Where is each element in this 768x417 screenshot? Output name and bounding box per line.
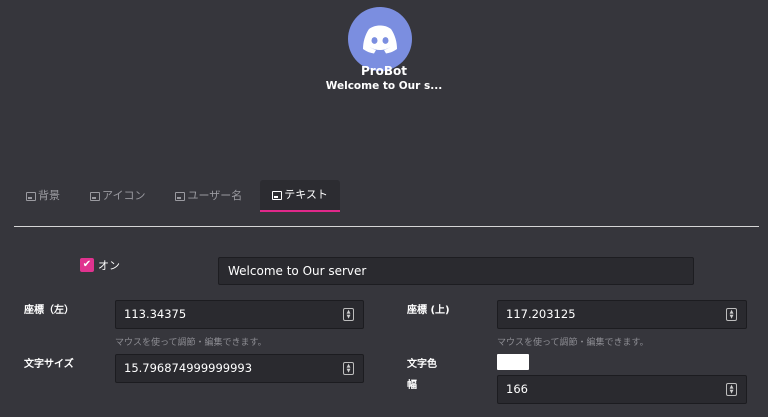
text-color-swatch[interactable] bbox=[497, 354, 529, 370]
spinner-icon[interactable]: ▲ ▼ bbox=[343, 308, 354, 321]
tab-label: アイコン bbox=[102, 189, 146, 202]
y-position-value: 117.203125 bbox=[506, 307, 576, 321]
welcome-text-input[interactable]: Welcome to Our server bbox=[218, 257, 694, 285]
image-icon bbox=[26, 191, 36, 201]
avatar bbox=[348, 7, 412, 71]
y-position-hint: マウスを使って調節・編集できます。 bbox=[497, 338, 649, 348]
checkmark-icon[interactable]: ✔ bbox=[80, 258, 94, 272]
tab-label: テキスト bbox=[284, 188, 328, 201]
spinner-icon[interactable]: ▲ ▼ bbox=[343, 362, 354, 375]
divider bbox=[14, 226, 759, 227]
x-position-value: 113.34375 bbox=[124, 307, 187, 321]
discord-logo-icon bbox=[363, 25, 397, 54]
y-position-input[interactable]: 117.203125 ▲ ▼ bbox=[497, 300, 747, 329]
tab-username[interactable]: ユーザー名 bbox=[163, 180, 254, 212]
spinner-icon[interactable]: ▲ ▼ bbox=[726, 308, 737, 321]
width-value: 166 bbox=[506, 382, 528, 396]
image-icon bbox=[272, 190, 283, 200]
toggle-label: オン bbox=[98, 259, 120, 272]
width-label: 幅 bbox=[407, 380, 417, 391]
font-size-value: 15.796874999999993 bbox=[124, 361, 253, 375]
x-position-hint: マウスを使って調節・編集できます。 bbox=[115, 338, 267, 348]
enable-toggle[interactable]: ✔ オン bbox=[80, 257, 120, 273]
image-icon bbox=[90, 191, 100, 201]
spinner-icon[interactable]: ▲ ▼ bbox=[726, 383, 737, 396]
font-size-label: 文字サイズ bbox=[24, 359, 74, 370]
width-input[interactable]: 166 ▲ ▼ bbox=[497, 375, 747, 404]
tab-background[interactable]: 背景 bbox=[14, 180, 72, 212]
tab-label: 背景 bbox=[38, 189, 60, 202]
welcome-title: Welcome to Our s... bbox=[325, 80, 443, 92]
image-icon bbox=[175, 191, 186, 201]
welcome-preview: ProBot Welcome to Our s... bbox=[0, 0, 768, 150]
x-position-input[interactable]: 113.34375 ▲ ▼ bbox=[115, 300, 364, 329]
tab-label: ユーザー名 bbox=[187, 189, 243, 202]
tab-icon-settings[interactable]: アイコン bbox=[78, 180, 157, 212]
tab-text[interactable]: テキスト bbox=[260, 180, 340, 212]
text-color-label: 文字色 bbox=[407, 359, 437, 370]
x-position-label: 座標（左） bbox=[24, 305, 74, 316]
font-size-input[interactable]: 15.796874999999993 ▲ ▼ bbox=[115, 354, 364, 383]
settings-tabs: 背景 アイコン ユーザー名 テキスト bbox=[14, 180, 346, 212]
y-position-label: 座標 (上) bbox=[407, 305, 450, 316]
bot-name: ProBot bbox=[360, 64, 408, 78]
